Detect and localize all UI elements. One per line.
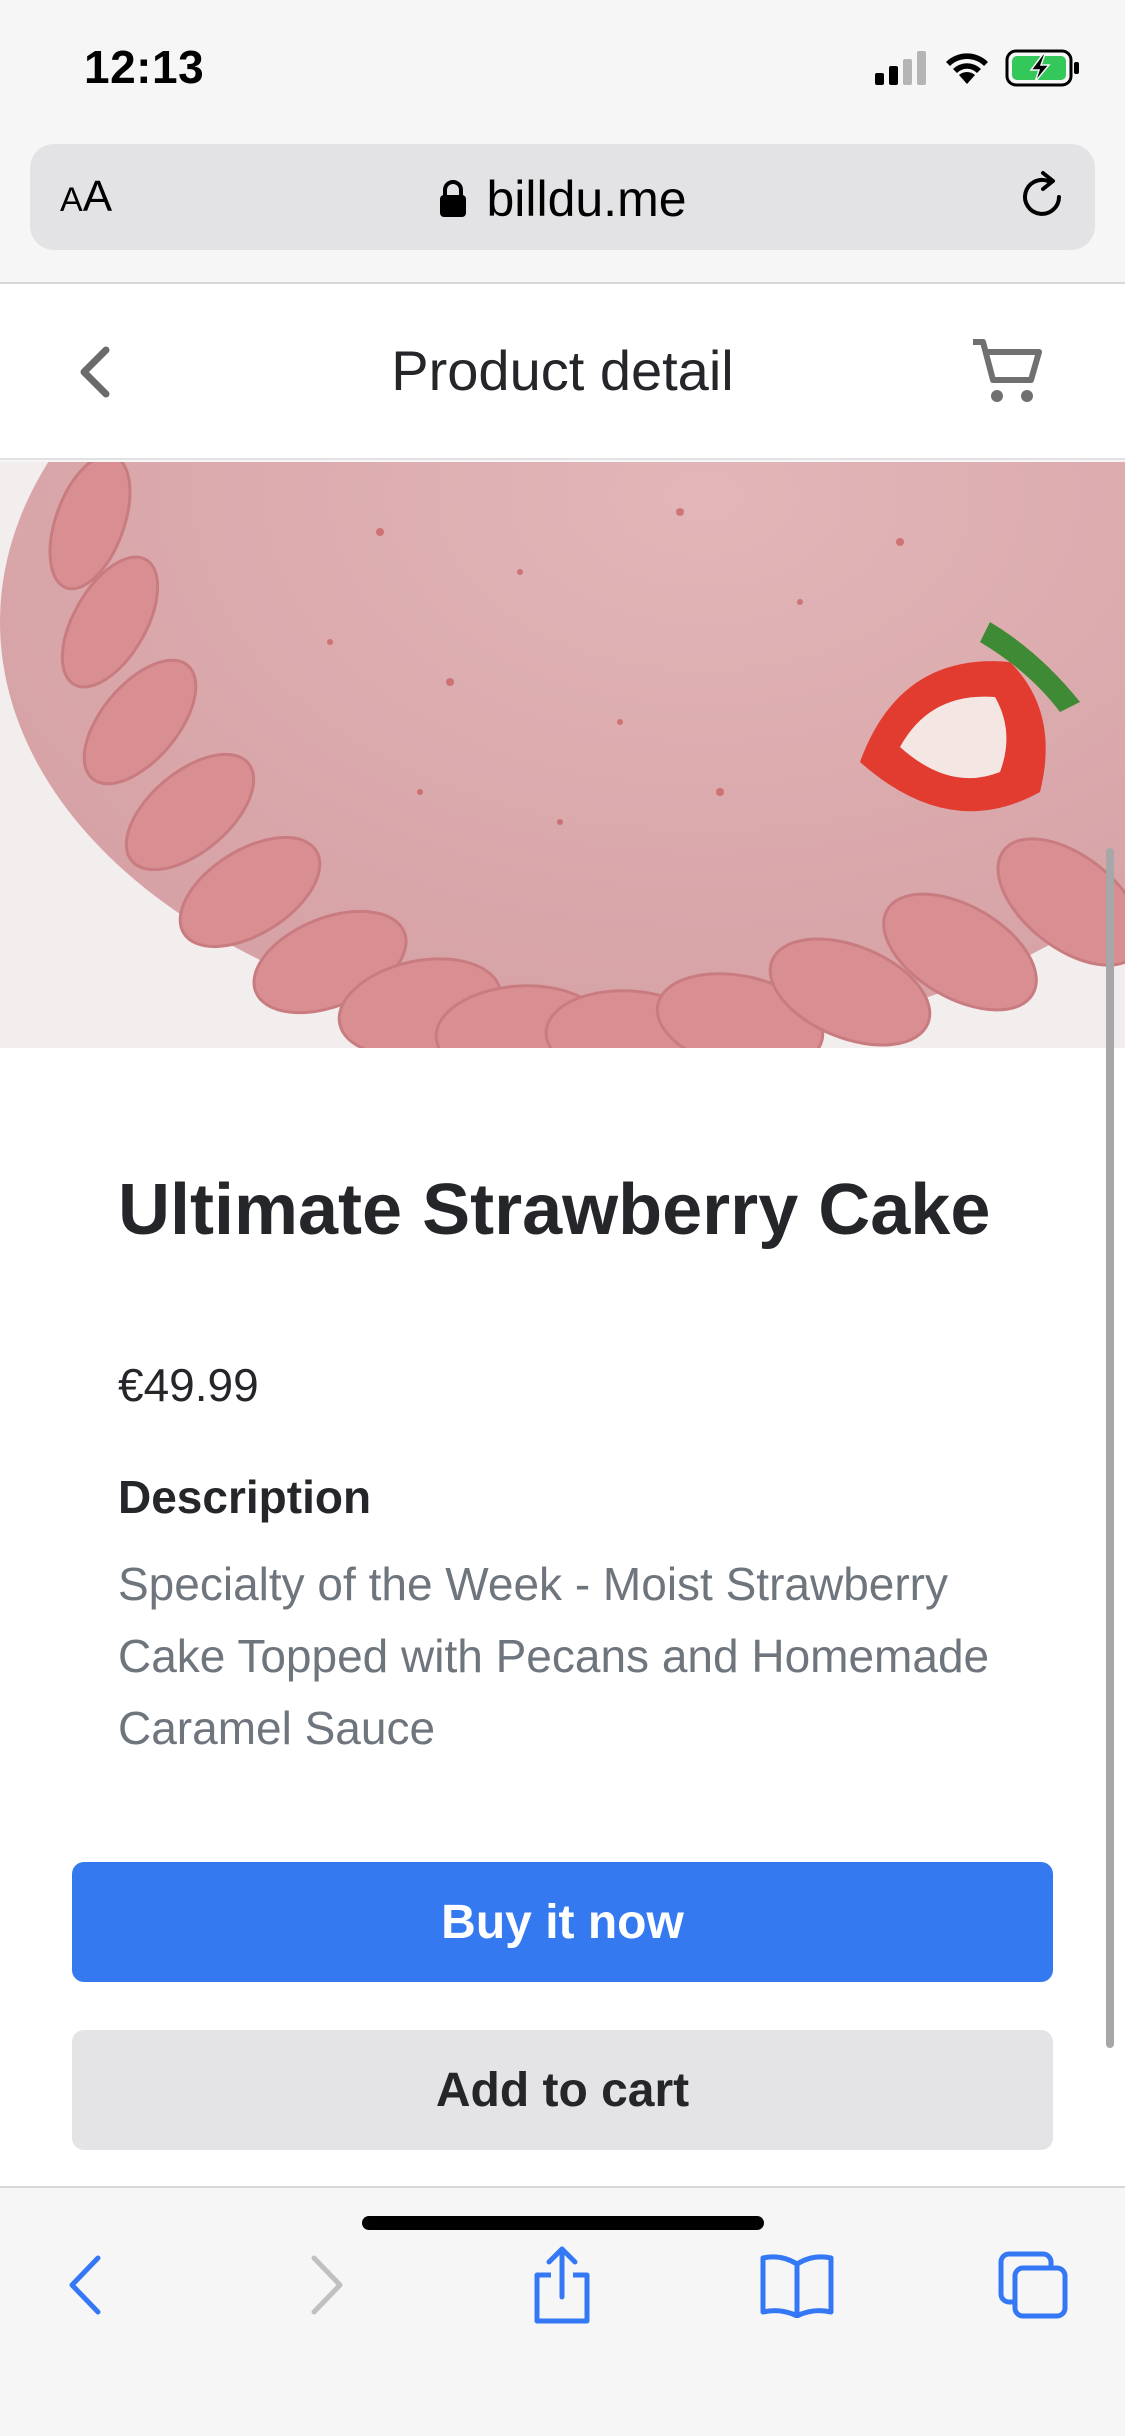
url-bar[interactable]: A A billdu.me [30, 144, 1095, 250]
safari-back-button[interactable] [40, 2240, 130, 2330]
page-title: Product detail [391, 339, 734, 402]
url-display[interactable]: billdu.me [30, 170, 1095, 228]
safari-back-icon [69, 2255, 101, 2315]
tabs-button[interactable] [988, 2240, 1078, 2330]
product-name: Ultimate Strawberry Cake [118, 1170, 991, 1250]
buy-now-button[interactable]: Buy it now [72, 1862, 1053, 1982]
product-price: €49.99 [118, 1359, 259, 1411]
battery-charging-icon [1005, 49, 1079, 87]
description-heading: Description [118, 1471, 372, 1523]
product-image [0, 462, 1125, 1048]
scrollbar[interactable] [1106, 848, 1114, 2048]
status-icons [875, 46, 1081, 90]
description-text: Specialty of the Week - Moist Strawberry… [118, 1558, 990, 1754]
reload-icon[interactable] [1015, 170, 1069, 224]
cart-icon[interactable] [969, 336, 1045, 408]
add-to-cart-button[interactable]: Add to cart [72, 2030, 1053, 2150]
app-header: Product detail [0, 284, 1125, 460]
lock-icon [440, 180, 467, 217]
share-button[interactable] [517, 2240, 607, 2330]
bookmarks-icon [760, 2254, 834, 2318]
status-time: 12:13 [84, 41, 205, 93]
safari-forward-icon [311, 2255, 343, 2315]
tabs-icon [998, 2251, 1068, 2319]
wifi-icon [946, 53, 988, 84]
share-icon [534, 2246, 590, 2324]
home-indicator[interactable] [362, 2216, 764, 2230]
safari-forward-button[interactable] [282, 2240, 372, 2330]
signal-icon [875, 51, 926, 85]
bookmarks-button[interactable] [752, 2240, 842, 2330]
status-bar: 12:13 [0, 0, 1125, 140]
product-content: Ultimate Strawberry Cake €49.99 Descript… [0, 1048, 1125, 2186]
url-text: billdu.me [486, 171, 687, 227]
